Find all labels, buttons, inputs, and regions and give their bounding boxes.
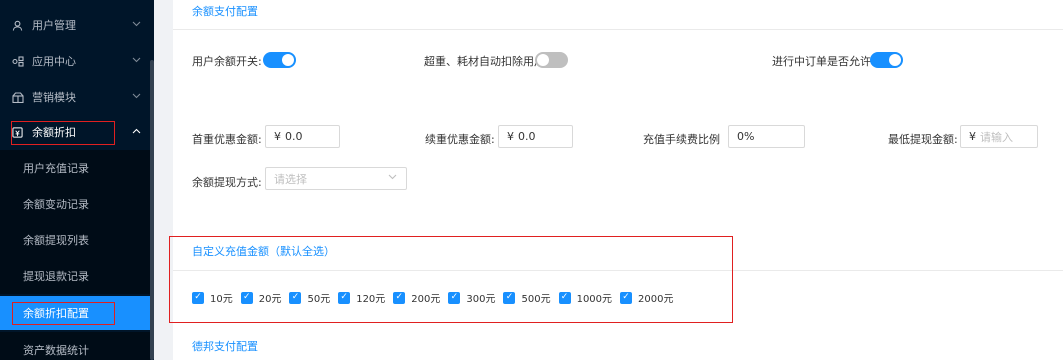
menu-user-management[interactable]: 用户管理 [0, 7, 150, 43]
currency-prefix: ¥ [507, 130, 514, 143]
submenu-label: 提现退款记录 [23, 270, 89, 283]
menu-label: 余额折扣 [32, 126, 76, 139]
section-title-balance-pay: 余额支付配置 [192, 5, 258, 18]
balance-switch-label: 用户余额开关: [192, 55, 262, 68]
chevron-down-icon [132, 92, 144, 102]
renew-discount-value: 0.0 [518, 130, 536, 143]
fee-ratio-value: 0% [737, 130, 755, 143]
checkbox-checked-icon: ✓ [448, 291, 461, 304]
submenu-label: 余额提现列表 [23, 234, 89, 247]
min-withdraw-input[interactable]: ¥ 请输入 [960, 125, 1038, 148]
min-withdraw-label: 最低提现金额: [888, 133, 958, 146]
wallet-icon [12, 126, 26, 138]
section-title-debang-pay: 德邦支付配置 [192, 340, 258, 353]
chevron-up-icon [132, 127, 144, 137]
first-discount-input[interactable]: ¥ 0.0 [265, 125, 340, 148]
amount-checkbox-50[interactable]: ✓ 50元 [289, 290, 330, 305]
amount-label: 120元 [356, 294, 386, 305]
min-withdraw-placeholder: 请输入 [980, 130, 1013, 144]
withdraw-method-select[interactable]: 请选择 [265, 167, 407, 190]
checkbox-checked-icon: ✓ [620, 291, 633, 304]
submenu-label: 余额折扣配置 [23, 307, 89, 320]
amount-checkbox-120[interactable]: ✓ 120元 [338, 290, 385, 305]
ongoing-order-switch-label: 进行中订单是否允许 [772, 55, 871, 68]
checkbox-checked-icon: ✓ [558, 291, 571, 304]
section-divider [173, 29, 1063, 30]
checkbox-checked-icon: ✓ [192, 291, 204, 304]
main-content: 余额支付配置 用户余额开关: 超重、耗材自动扣除用户 进行中订单是否允许 首重优… [173, 0, 1063, 360]
chevron-down-icon [132, 20, 144, 30]
submenu-recharge-records[interactable]: 用户充值记录 [0, 150, 150, 186]
chevron-down-icon [388, 173, 397, 183]
renew-discount-input[interactable]: ¥ 0.0 [498, 125, 573, 148]
submenu-discount-config[interactable]: 余额折扣配置 [0, 296, 150, 330]
checkbox-checked-icon: ✓ [393, 291, 406, 304]
amount-checkbox-2000[interactable]: ✓ 2000元 [620, 290, 673, 305]
gift-icon [12, 91, 26, 103]
apps-icon [12, 55, 26, 67]
amount-checkbox-1000[interactable]: ✓ 1000元 [558, 290, 613, 305]
submenu-label: 用户充值记录 [23, 162, 89, 175]
menu-label: 营销模块 [32, 91, 76, 104]
currency-prefix: ¥ [274, 130, 281, 143]
menu-balance-discount[interactable]: 余额折扣 [0, 114, 150, 150]
menu-app-center[interactable]: 应用中心 [0, 43, 150, 79]
amount-checkbox-20[interactable]: ✓ 20元 [240, 290, 282, 305]
amount-label: 2000元 [638, 294, 674, 305]
withdraw-method-label: 余额提现方式: [192, 176, 262, 189]
auto-deduct-switch[interactable] [535, 52, 568, 68]
checkbox-checked-icon: ✓ [338, 291, 351, 304]
amount-label: 50元 [307, 294, 331, 305]
sidebar: 用户管理 应用中心 营销模块 余额折扣 用户充值记录 余额变动记录 余额提现列表… [0, 0, 154, 360]
currency-prefix: ¥ [969, 130, 976, 143]
fee-ratio-input[interactable]: 0% [728, 125, 805, 148]
user-icon [12, 20, 26, 31]
menu-label: 应用中心 [32, 55, 76, 68]
amount-label: 200元 [411, 294, 441, 305]
section-title-custom-recharge: 自定义充值金额（默认全选） [192, 245, 335, 258]
section-divider [173, 270, 1063, 271]
amount-label: 1000元 [576, 294, 613, 305]
amount-checkbox-10[interactable]: ✓ 10元 [192, 290, 233, 305]
sidebar-scrollbar[interactable] [150, 60, 154, 360]
withdraw-method-placeholder: 请选择 [274, 172, 307, 186]
submenu-withdraw-list[interactable]: 余额提现列表 [0, 222, 150, 258]
checkbox-checked-icon: ✓ [503, 291, 516, 304]
menu-label: 用户管理 [32, 19, 76, 32]
menu-marketing[interactable]: 营销模块 [0, 79, 150, 115]
submenu-label: 余额变动记录 [23, 198, 89, 211]
submenu-balance-changes[interactable]: 余额变动记录 [0, 186, 150, 222]
amount-label: 300元 [466, 294, 496, 305]
auto-deduct-switch-label: 超重、耗材自动扣除用户 [424, 55, 545, 68]
chevron-down-icon [132, 56, 144, 66]
amount-checkbox-500[interactable]: ✓ 500元 [503, 290, 551, 305]
amount-checkbox-200[interactable]: ✓ 200元 [393, 290, 440, 305]
switch-knob [537, 54, 549, 66]
ongoing-order-switch[interactable] [870, 52, 903, 68]
submenu-asset-stats[interactable]: 资产数据统计 [0, 332, 150, 360]
switch-knob [889, 54, 901, 66]
fee-ratio-label: 充值手续费比例 [643, 133, 720, 146]
amount-label: 500元 [521, 294, 551, 305]
checkbox-checked-icon: ✓ [240, 291, 253, 304]
renew-discount-label: 续重优惠金额: [425, 133, 495, 146]
amount-label: 10元 [210, 294, 233, 305]
switch-knob [282, 54, 294, 66]
balance-switch[interactable] [263, 52, 296, 68]
first-discount-label: 首重优惠金额: [192, 133, 262, 146]
checkbox-checked-icon: ✓ [289, 291, 302, 304]
submenu-label: 资产数据统计 [23, 344, 89, 357]
recharge-amount-checkboxes: ✓ 10元 ✓ 20元 ✓ 50元 ✓ 120元 ✓ 200元 ✓ 300元 ✓ 500元 ✓… [192, 290, 681, 305]
amount-checkbox-300[interactable]: ✓ 300元 [448, 290, 495, 305]
first-discount-value: 0.0 [285, 130, 303, 143]
submenu-withdraw-refund[interactable]: 提现退款记录 [0, 258, 150, 294]
amount-label: 20元 [258, 294, 282, 305]
